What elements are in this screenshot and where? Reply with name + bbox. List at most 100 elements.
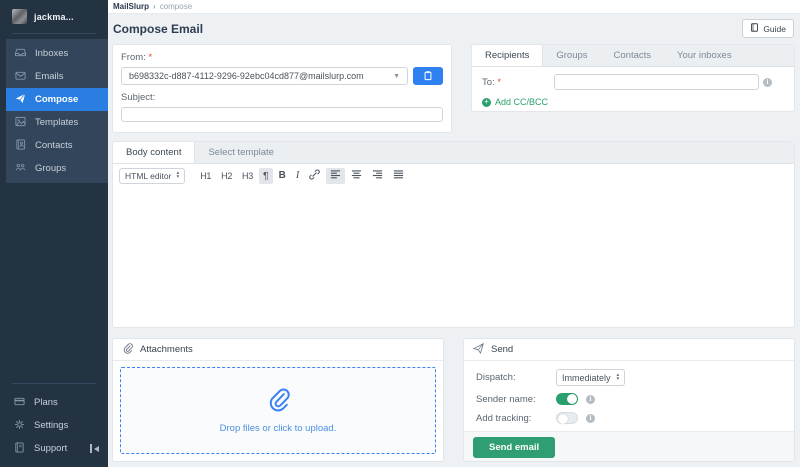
bottom-row: Attachments Drop files or click to uploa… <box>112 338 795 462</box>
toggle-knob <box>567 394 577 404</box>
breadcrumb-separator: › <box>153 2 156 11</box>
align-justify-button[interactable] <box>389 168 408 184</box>
attachments-card: Attachments Drop files or click to uploa… <box>112 338 444 462</box>
align-center-button[interactable] <box>347 168 366 184</box>
chevron-down-icon: ▼ <box>393 73 400 80</box>
guide-button[interactable]: Guide <box>742 19 794 38</box>
add-cc-bcc-label: Add CC/BCC <box>495 97 548 107</box>
sidebar-item-contacts[interactable]: Contacts <box>6 134 108 157</box>
heading3-button[interactable]: H3 <box>238 168 257 184</box>
heading2-button[interactable]: H2 <box>217 168 236 184</box>
support-icon <box>14 440 25 458</box>
page-header: Compose Email Guide <box>113 19 794 38</box>
add-tracking-toggle[interactable] <box>556 412 578 424</box>
from-row: b698332c-d887-4112-9296-92ebc04cd877@mai… <box>121 67 443 85</box>
toggle-knob <box>558 414 568 424</box>
settings-icon <box>14 417 25 435</box>
app-root: jackma... Inboxes Emails Compose Templat… <box>0 0 800 467</box>
breadcrumb-app[interactable]: MailSlurp <box>113 2 149 11</box>
breadcrumb-page: compose <box>160 2 192 11</box>
top-row: From: * b698332c-d887-4112-9296-92ebc04c… <box>112 44 795 133</box>
main-area: MailSlurp › compose Compose Email Guide … <box>108 0 800 467</box>
groups-icon <box>15 160 26 178</box>
sidebar-item-label: Plans <box>34 397 58 408</box>
plus-circle-icon: + <box>482 98 491 107</box>
from-select[interactable]: b698332c-d887-4112-9296-92ebc04cd877@mai… <box>121 67 408 85</box>
send-email-button[interactable]: Send email <box>473 437 555 458</box>
copy-button[interactable] <box>413 67 443 85</box>
info-icon[interactable]: i <box>586 414 595 423</box>
sidebar-item-groups[interactable]: Groups <box>6 157 108 180</box>
sidebar-item-label: Support <box>34 443 67 454</box>
attachments-body: Drop files or click to upload. <box>113 361 443 461</box>
sidebar-item-compose[interactable]: Compose <box>6 88 108 111</box>
page-title: Compose Email <box>113 22 203 36</box>
subject-input[interactable] <box>121 107 443 122</box>
dispatch-label: Dispatch: <box>476 372 556 383</box>
copy-icon <box>423 69 433 84</box>
sender-name-toggle[interactable] <box>556 393 578 405</box>
sidebar-item-plans[interactable]: Plans <box>0 391 108 414</box>
heading1-button[interactable]: H1 <box>196 168 215 184</box>
to-label: To: * <box>482 77 554 88</box>
emails-icon <box>15 68 26 86</box>
page-content: Compose Email Guide From: * b698332c-d88… <box>108 14 800 467</box>
sender-name-row: Sender name: i <box>476 393 782 405</box>
info-icon[interactable]: i <box>586 395 595 404</box>
sidebar-item-inboxes[interactable]: Inboxes <box>6 42 108 65</box>
sidebar-footer: Plans Settings Support <box>0 383 108 460</box>
editor-mode-select[interactable]: HTML editor ▴▾ <box>119 168 185 184</box>
align-center-icon <box>351 169 362 182</box>
attachments-header: Attachments <box>113 339 443 361</box>
collapse-sidebar-icon[interactable] <box>90 444 99 453</box>
to-input[interactable] <box>554 74 759 90</box>
recipients-tabbar: Recipients Groups Contacts Your inboxes <box>472 45 794 67</box>
sidebar-item-support[interactable]: Support <box>0 437 108 460</box>
send-footer: Send email <box>464 431 794 462</box>
editor-tabbar: Body content Select template <box>113 142 794 164</box>
tab-groups[interactable]: Groups <box>543 45 600 66</box>
username: jackma... <box>34 12 74 22</box>
sidebar-item-label: Settings <box>34 420 68 431</box>
guide-button-label: Guide <box>763 24 786 34</box>
sidebar-item-label: Compose <box>35 94 78 105</box>
editor-card: Body content Select template HTML editor… <box>112 141 795 328</box>
dispatch-select[interactable]: Immediately ▴▾ <box>556 369 625 386</box>
sidebar-item-label: Groups <box>35 163 66 174</box>
recipients-card: Recipients Groups Contacts Your inboxes … <box>471 44 795 112</box>
add-cc-bcc-link[interactable]: + Add CC/BCC <box>482 97 784 107</box>
sidebar-item-label: Contacts <box>35 140 73 151</box>
sidebar-divider <box>12 383 96 384</box>
tab-recipients[interactable]: Recipients <box>472 45 543 66</box>
sidebar-nav: Inboxes Emails Compose Templates Contact… <box>6 39 108 183</box>
paragraph-button[interactable]: ¶ <box>259 168 273 184</box>
italic-button[interactable]: I <box>292 168 304 184</box>
sidebar-item-templates[interactable]: Templates <box>6 111 108 134</box>
tab-contacts[interactable]: Contacts <box>601 45 665 66</box>
add-tracking-label: Add tracking: <box>476 413 556 424</box>
bold-button[interactable]: B <box>275 168 290 184</box>
align-left-button[interactable] <box>326 168 345 184</box>
link-button[interactable] <box>305 168 324 184</box>
align-justify-icon <box>393 169 404 182</box>
tab-body-content[interactable]: Body content <box>113 142 195 163</box>
plans-icon <box>14 394 25 412</box>
editor-toolbar: HTML editor ▴▾ H1 H2 H3 ¶ B I <box>113 164 794 187</box>
tab-select-template[interactable]: Select template <box>195 142 286 163</box>
book-icon <box>750 23 759 34</box>
link-icon <box>309 169 320 182</box>
send-header: Send <box>464 339 794 361</box>
align-right-button[interactable] <box>368 168 387 184</box>
info-icon[interactable]: i <box>763 78 772 87</box>
send-card: Send Dispatch: Immediately ▴▾ Sender nam… <box>463 338 795 462</box>
compose-icon <box>15 91 26 109</box>
sidebar-item-settings[interactable]: Settings <box>0 414 108 437</box>
select-carets-icon: ▴▾ <box>617 374 620 381</box>
dispatch-value: Immediately <box>562 373 611 383</box>
attachments-dropzone[interactable]: Drop files or click to upload. <box>120 367 436 454</box>
editor-body[interactable] <box>113 187 794 327</box>
sidebar-item-emails[interactable]: Emails <box>6 65 108 88</box>
tab-your-inboxes[interactable]: Your inboxes <box>664 45 745 66</box>
align-right-icon <box>372 169 383 182</box>
user-profile[interactable]: jackma... <box>0 0 108 33</box>
